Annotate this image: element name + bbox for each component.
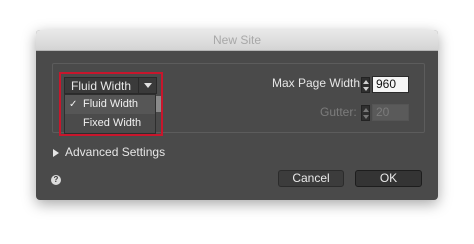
ok-button[interactable]: OK <box>355 170 422 187</box>
menu-scroll-stub <box>156 96 161 112</box>
checkmark-icon: ✓ <box>69 99 78 110</box>
new-site-dialog: New Site Fluid Width ✓ Fluid Width Fixed… <box>36 30 438 200</box>
layout-dropdown-toggle[interactable] <box>138 78 156 93</box>
layout-dropdown-menu: ✓ Fluid Width Fixed Width <box>64 94 156 134</box>
menu-item-fluid-width[interactable]: ✓ Fluid Width <box>65 95 155 114</box>
cancel-button[interactable]: Cancel <box>278 170 344 187</box>
max-page-width-label: Max Page Width: <box>272 76 364 90</box>
stepper-down-icon[interactable] <box>363 87 369 91</box>
dialog-title: New Site <box>36 30 438 51</box>
layout-dropdown-value: Fluid Width <box>71 79 132 93</box>
stepper-up-icon[interactable] <box>363 108 369 112</box>
menu-item-label: Fluid Width <box>83 98 139 110</box>
max-page-width-field[interactable]: 960 <box>372 76 409 93</box>
disclosure-triangle-icon[interactable] <box>53 149 59 157</box>
menu-item-label: Fixed Width <box>83 117 142 129</box>
chevron-down-icon <box>144 83 152 88</box>
gutter-stepper[interactable] <box>361 105 370 121</box>
gutter-field[interactable]: 20 <box>372 104 409 121</box>
advanced-settings-toggle[interactable]: Advanced Settings <box>65 145 165 159</box>
stepper-up-icon[interactable] <box>363 80 369 84</box>
help-icon[interactable]: ? <box>51 175 61 185</box>
menu-item-fixed-width[interactable]: Fixed Width <box>65 114 155 133</box>
stepper-down-icon[interactable] <box>363 115 369 119</box>
gutter-label: Gutter: <box>320 105 357 119</box>
max-page-width-stepper[interactable] <box>361 77 370 93</box>
layout-dropdown[interactable]: Fluid Width <box>64 77 157 94</box>
